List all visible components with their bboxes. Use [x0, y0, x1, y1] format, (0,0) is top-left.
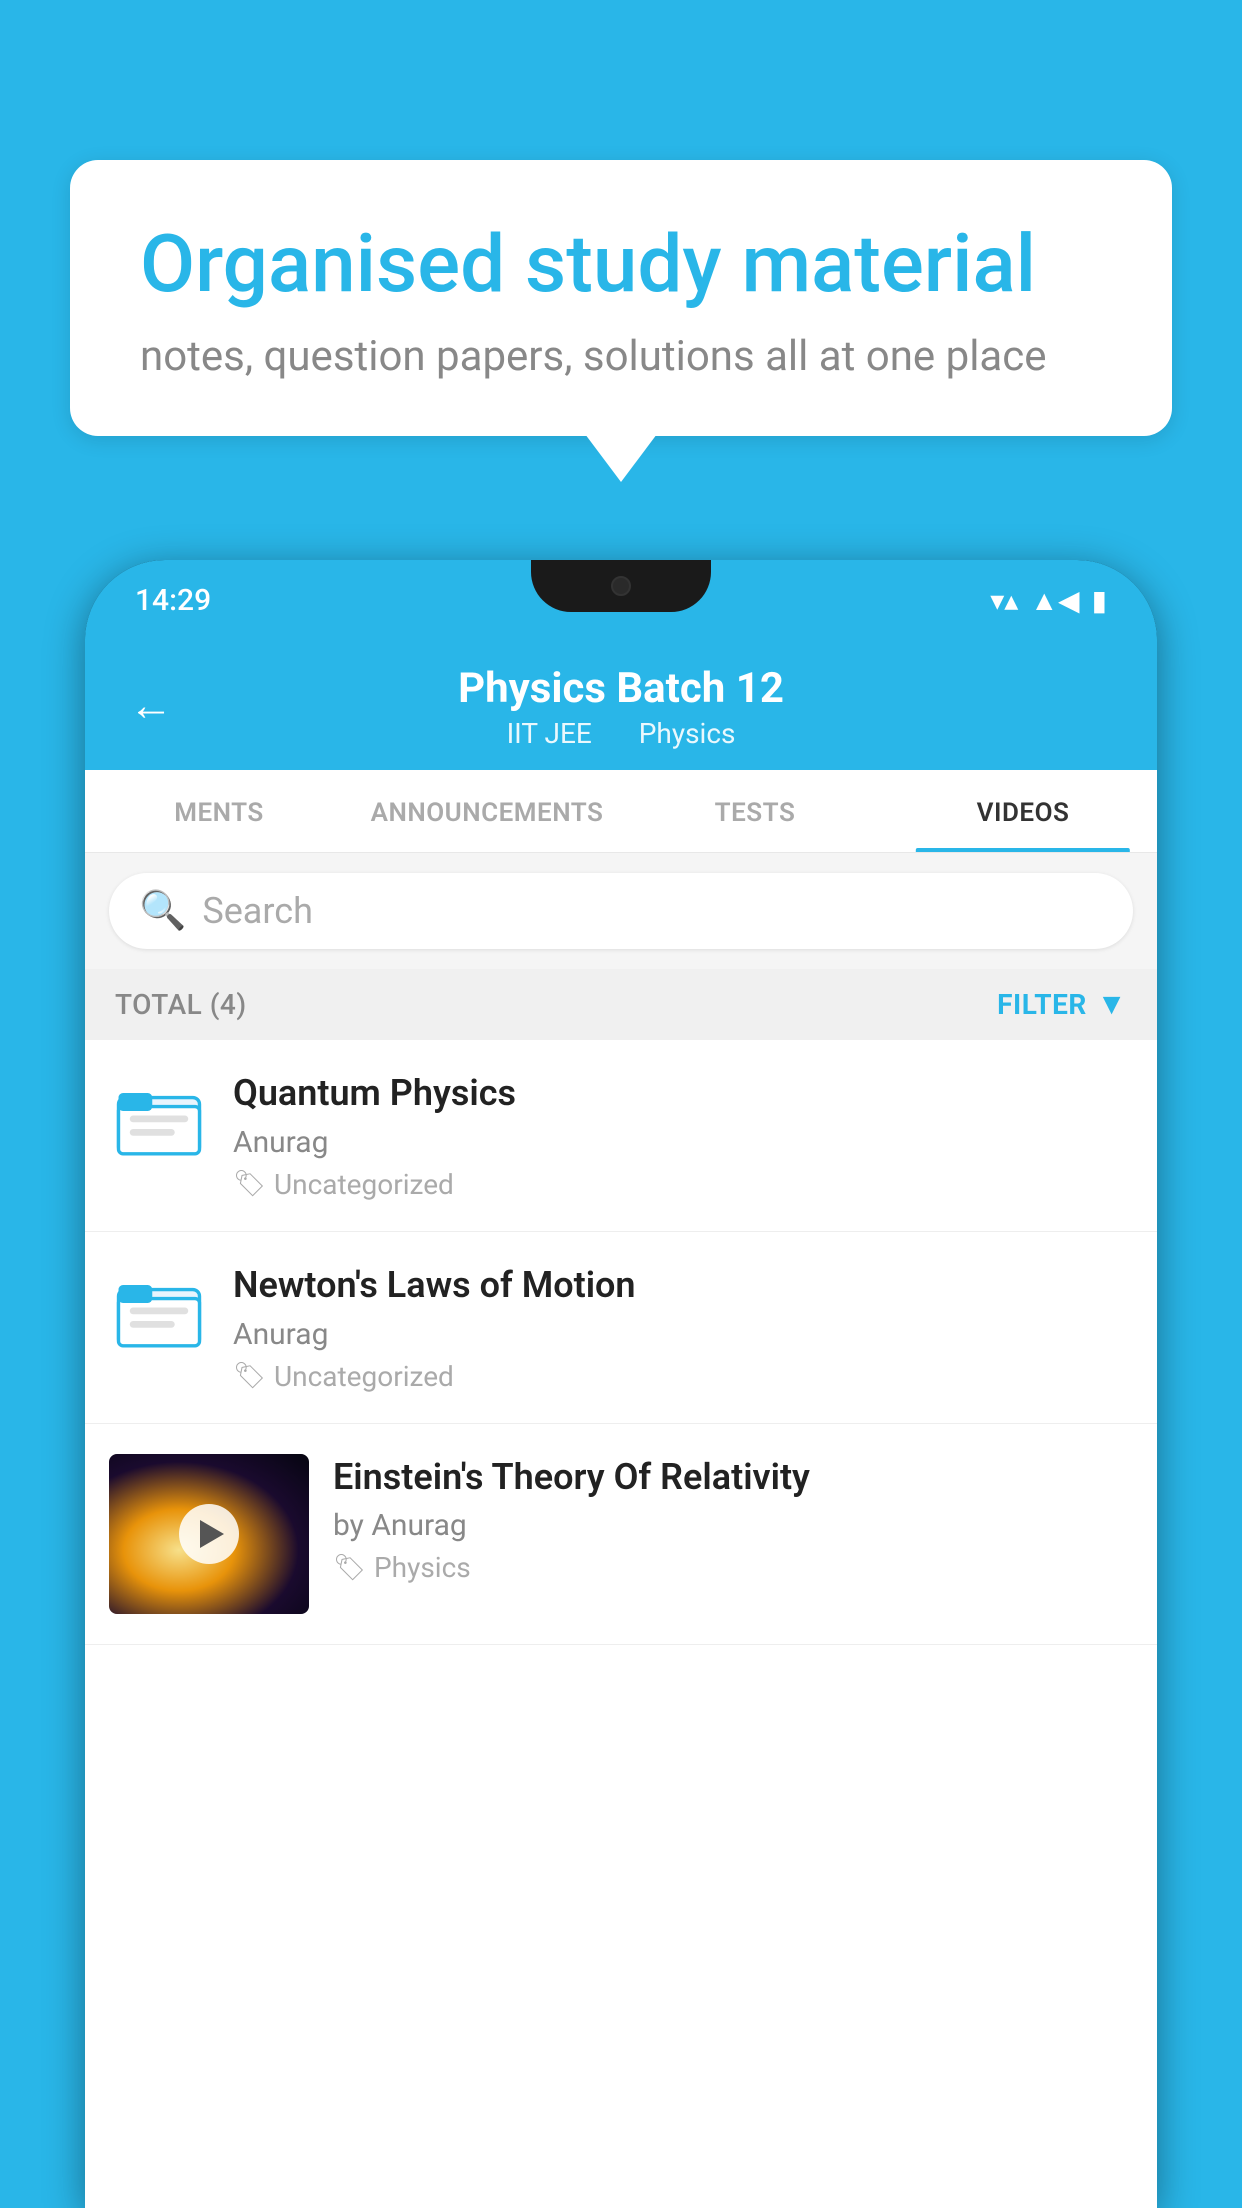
hero-title: Organised study material [140, 220, 1102, 308]
signal-icon: ▲◀ [1030, 584, 1079, 617]
video-info-2: Newton's Laws of Motion Anurag 🏷 Uncateg… [233, 1262, 1133, 1393]
tag-label-1: Uncategorized [274, 1168, 454, 1201]
tag-icon-3: 🏷 [333, 1553, 366, 1583]
filter-icon: ▼ [1097, 987, 1127, 1022]
bubble-arrow [585, 434, 657, 482]
tag-label-2: Uncategorized [274, 1360, 454, 1393]
tag-label-3: Physics [374, 1551, 471, 1584]
tab-tests[interactable]: TESTS [621, 770, 889, 852]
folder-thumbnail-1 [109, 1070, 209, 1170]
tag-icon-1: 🏷 [233, 1169, 266, 1199]
video-info-3: Einstein's Theory Of Relativity by Anura… [333, 1454, 1133, 1585]
app-header: ← Physics Batch 12 IIT JEE Physics [85, 640, 1157, 770]
folder-thumbnail-2 [109, 1262, 209, 1362]
camera [611, 576, 631, 596]
header-title: Physics Batch 12 [135, 664, 1107, 713]
list-item[interactable]: Quantum Physics Anurag 🏷 Uncategorized [85, 1040, 1157, 1232]
tab-ments[interactable]: MENTS [85, 770, 353, 852]
play-button[interactable] [179, 1504, 239, 1564]
play-triangle-icon [200, 1520, 224, 1548]
header-subtitle-iitjee: IIT JEE [507, 717, 592, 750]
tabs-bar: MENTS ANNOUNCEMENTS TESTS VIDEOS [85, 770, 1157, 853]
video-author-1: Anurag [233, 1125, 1133, 1160]
list-item[interactable]: Newton's Laws of Motion Anurag 🏷 Uncateg… [85, 1232, 1157, 1424]
speech-bubble: Organised study material notes, question… [70, 160, 1172, 436]
search-icon: 🔍 [139, 889, 186, 933]
search-container: 🔍 Search [85, 853, 1157, 969]
phone-frame: 14:29 ▾▴ ▲◀ ▮ ← Physics Batch 12 IIT JEE… [85, 560, 1157, 2208]
filter-button[interactable]: FILTER ▼ [997, 987, 1127, 1022]
filter-bar: TOTAL (4) FILTER ▼ [85, 969, 1157, 1040]
wifi-icon: ▾▴ [990, 584, 1018, 617]
video-tag-1: 🏷 Uncategorized [233, 1168, 1133, 1201]
status-time: 14:29 [135, 583, 211, 618]
battery-icon: ▮ [1092, 584, 1107, 617]
hero-subtitle: notes, question papers, solutions all at… [140, 332, 1102, 381]
video-tag-3: 🏷 Physics [333, 1551, 1133, 1584]
video-tag-2: 🏷 Uncategorized [233, 1360, 1133, 1393]
video-list: Quantum Physics Anurag 🏷 Uncategorized [85, 1040, 1157, 1645]
back-button[interactable]: ← [129, 679, 173, 731]
video-title-3: Einstein's Theory Of Relativity [333, 1454, 1133, 1501]
video-title-1: Quantum Physics [233, 1070, 1133, 1117]
status-icons: ▾▴ ▲◀ ▮ [990, 584, 1107, 617]
tab-announcements[interactable]: ANNOUNCEMENTS [353, 770, 621, 852]
folder-icon [114, 1267, 204, 1357]
phone-notch [531, 560, 711, 612]
header-subtitle: IIT JEE Physics [135, 717, 1107, 750]
filter-label: FILTER [997, 988, 1087, 1021]
total-count: TOTAL (4) [115, 988, 247, 1021]
tag-icon-2: 🏷 [233, 1361, 266, 1391]
video-info-1: Quantum Physics Anurag 🏷 Uncategorized [233, 1070, 1133, 1201]
app-content: ← Physics Batch 12 IIT JEE Physics MENTS… [85, 640, 1157, 2208]
search-bar[interactable]: 🔍 Search [109, 873, 1133, 949]
status-bar: 14:29 ▾▴ ▲◀ ▮ [85, 560, 1157, 640]
video-author-2: Anurag [233, 1317, 1133, 1352]
tab-videos[interactable]: VIDEOS [889, 770, 1157, 852]
video-author-3: by Anurag [333, 1508, 1133, 1543]
video-thumbnail-3 [109, 1454, 309, 1614]
header-subtitle-physics: Physics [639, 717, 736, 750]
video-title-2: Newton's Laws of Motion [233, 1262, 1133, 1309]
list-item[interactable]: Einstein's Theory Of Relativity by Anura… [85, 1424, 1157, 1645]
search-placeholder: Search [202, 890, 313, 932]
hero-section: Organised study material notes, question… [70, 160, 1172, 482]
folder-icon [114, 1075, 204, 1165]
